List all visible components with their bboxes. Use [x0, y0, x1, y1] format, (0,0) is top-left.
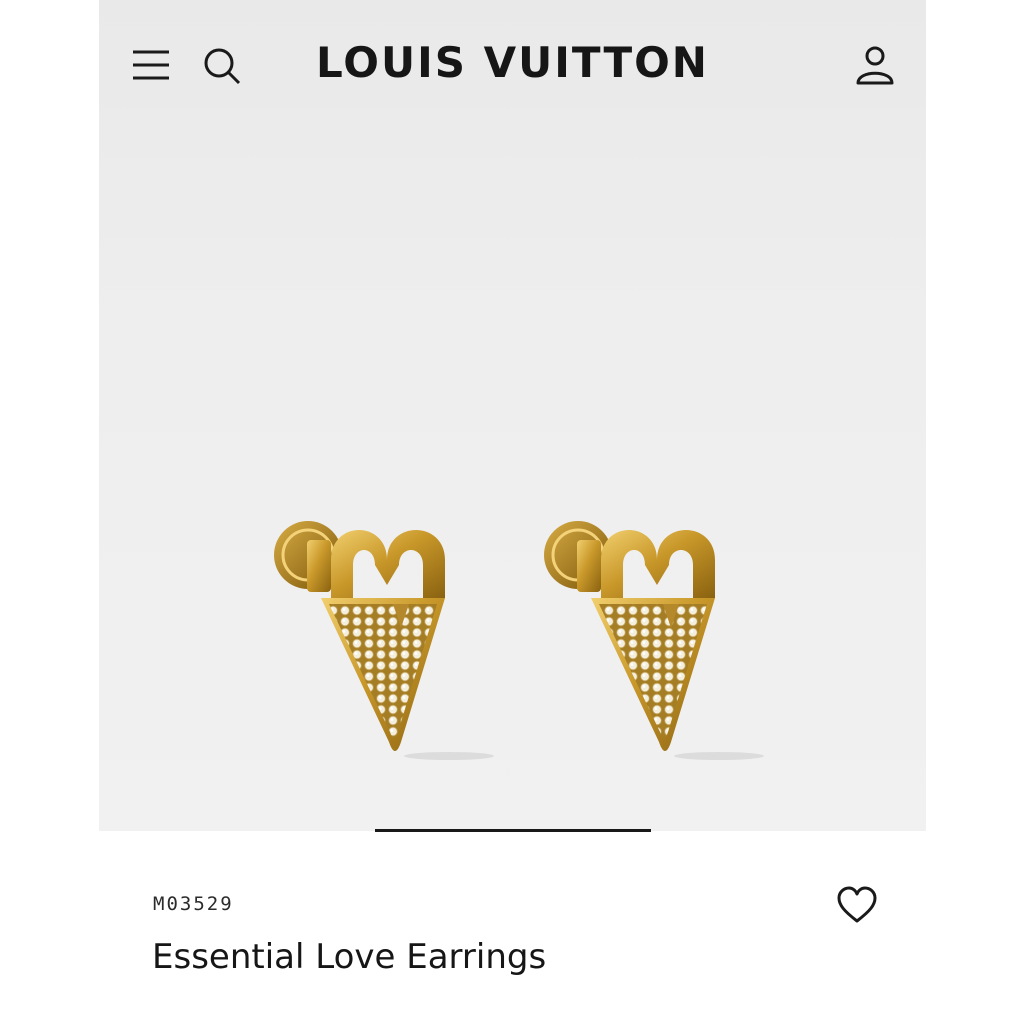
heart-icon[interactable] [836, 886, 878, 926]
product-hero: LOUIS VUITTON [99, 0, 926, 831]
product-title: Essential Love Earrings [152, 937, 547, 977]
account-icon[interactable] [854, 44, 896, 86]
top-navigation: LOUIS VUITTON [99, 0, 926, 130]
product-page: LOUIS VUITTON M03529 Essential Love Earr… [99, 0, 926, 1024]
image-scroll-indicator [375, 829, 651, 832]
brand-logo[interactable]: LOUIS VUITTON [99, 38, 926, 87]
right-earring [544, 521, 764, 760]
left-earring [274, 521, 494, 760]
product-sku: M03529 [153, 893, 234, 915]
